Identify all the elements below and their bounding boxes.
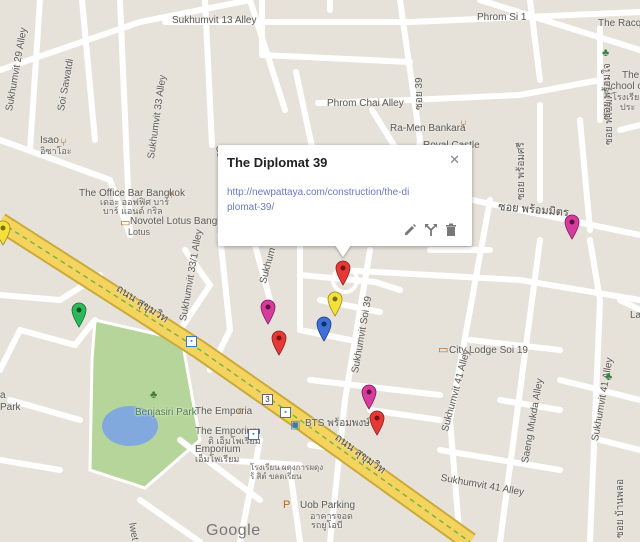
place-label: The A	[622, 70, 640, 81]
parking-icon[interactable]: P	[283, 500, 290, 511]
street-label: Phrom Chai Alley	[327, 98, 404, 109]
marker-icon	[327, 291, 343, 317]
route-shield: 3	[262, 394, 273, 405]
edit-icon[interactable]	[403, 223, 417, 237]
place-label: บาร์ แอนด์ กริล	[103, 206, 163, 216]
map-marker-red[interactable]	[369, 410, 385, 436]
marker-icon	[260, 299, 276, 325]
shopping-icon[interactable]: ⌂	[237, 406, 244, 417]
place-label: โรงเรีย	[612, 92, 640, 102]
info-window-title: The Diplomat 39	[227, 155, 328, 170]
map-marker-green[interactable]	[71, 302, 87, 328]
google-logo: Google	[206, 522, 261, 539]
info-window-pointer	[335, 245, 351, 257]
street-label: ซอย พร้อมศรี	[516, 142, 527, 200]
transit-badge: ▪	[248, 429, 259, 440]
place-label: อิซาโอะ	[40, 146, 72, 156]
map-marker-red[interactable]	[271, 330, 287, 356]
transit-badge: ▪	[280, 407, 291, 418]
place-label: เอ็มโพเรียม	[195, 454, 240, 464]
place-label: Ra-Men Bankara	[390, 123, 466, 134]
park-icon[interactable]: ♣	[605, 372, 612, 383]
marker-icon	[361, 384, 377, 410]
place-label: รถยูโอบี	[311, 520, 343, 530]
restaurant-icon[interactable]: ⑂	[60, 138, 67, 149]
marker-icon	[335, 260, 351, 286]
street-label: ซอย พร้อมใจ	[602, 63, 613, 120]
place-label: Park	[0, 402, 21, 413]
station-label: BTS พร้อมพงษ์	[305, 418, 370, 429]
place-label: a	[0, 390, 6, 401]
place-label: ประ	[620, 102, 636, 112]
marker-icon	[369, 410, 385, 436]
park-icon[interactable]: ♣	[150, 390, 157, 401]
map-marker-magenta[interactable]	[564, 214, 580, 240]
hotel-icon[interactable]: ▭	[120, 218, 130, 229]
place-label: The Racque	[598, 18, 640, 29]
place-label: ร้ สิต์ ขลดเรียน	[250, 472, 302, 481]
place-label: Lotus	[128, 227, 151, 237]
map-marker-magenta[interactable]	[260, 299, 276, 325]
delete-icon[interactable]	[444, 223, 458, 237]
transit-badge: ▪	[186, 336, 197, 347]
restaurant-icon[interactable]: ⑂	[460, 120, 467, 131]
map-marker-yellow[interactable]	[0, 220, 11, 246]
place-label: La	[630, 310, 640, 321]
train-station-icon[interactable]: ▣	[290, 420, 300, 431]
hotel-icon[interactable]: ▭	[438, 345, 448, 356]
park-label: Benjasiri Park	[135, 407, 197, 418]
marker-icon	[0, 220, 11, 246]
marker-icon	[271, 330, 287, 356]
school-icon[interactable]: ♣	[602, 48, 609, 59]
marker-icon	[71, 302, 87, 328]
street-label: ซอย บ้านพลอ	[615, 479, 626, 538]
marker-icon	[564, 214, 580, 240]
place-label: โรงเรียน ผดุงการผดุง	[250, 463, 324, 472]
map-marker-red[interactable]	[335, 260, 351, 286]
restaurant-icon[interactable]: ⑂	[168, 190, 175, 201]
street-label: ซอย 39	[414, 77, 425, 110]
map-marker-yellow[interactable]	[327, 291, 343, 317]
info-window: The Diplomat 39 ✕ http://newpattaya.com/…	[218, 145, 472, 246]
map-streets[interactable]	[0, 0, 640, 542]
place-label: Uob Parking	[300, 500, 356, 511]
street-label: Phrom Si 1	[477, 12, 527, 23]
place-label: Isao	[40, 135, 59, 146]
directions-icon[interactable]	[424, 223, 438, 237]
street-label: Sukhumvit 13 Alley	[172, 15, 257, 26]
map-marker-magenta[interactable]	[361, 384, 377, 410]
map-canvas[interactable]: Sukhumvit 13 Alley Phrom Si 1 The Racque…	[0, 0, 640, 542]
info-window-link[interactable]: http://newpattaya.com/construction/the-d…	[227, 185, 412, 215]
place-label: The Emporia	[195, 406, 253, 417]
map-marker-blue[interactable]	[316, 316, 332, 342]
close-icon[interactable]: ✕	[449, 152, 460, 168]
marker-icon	[316, 316, 332, 342]
